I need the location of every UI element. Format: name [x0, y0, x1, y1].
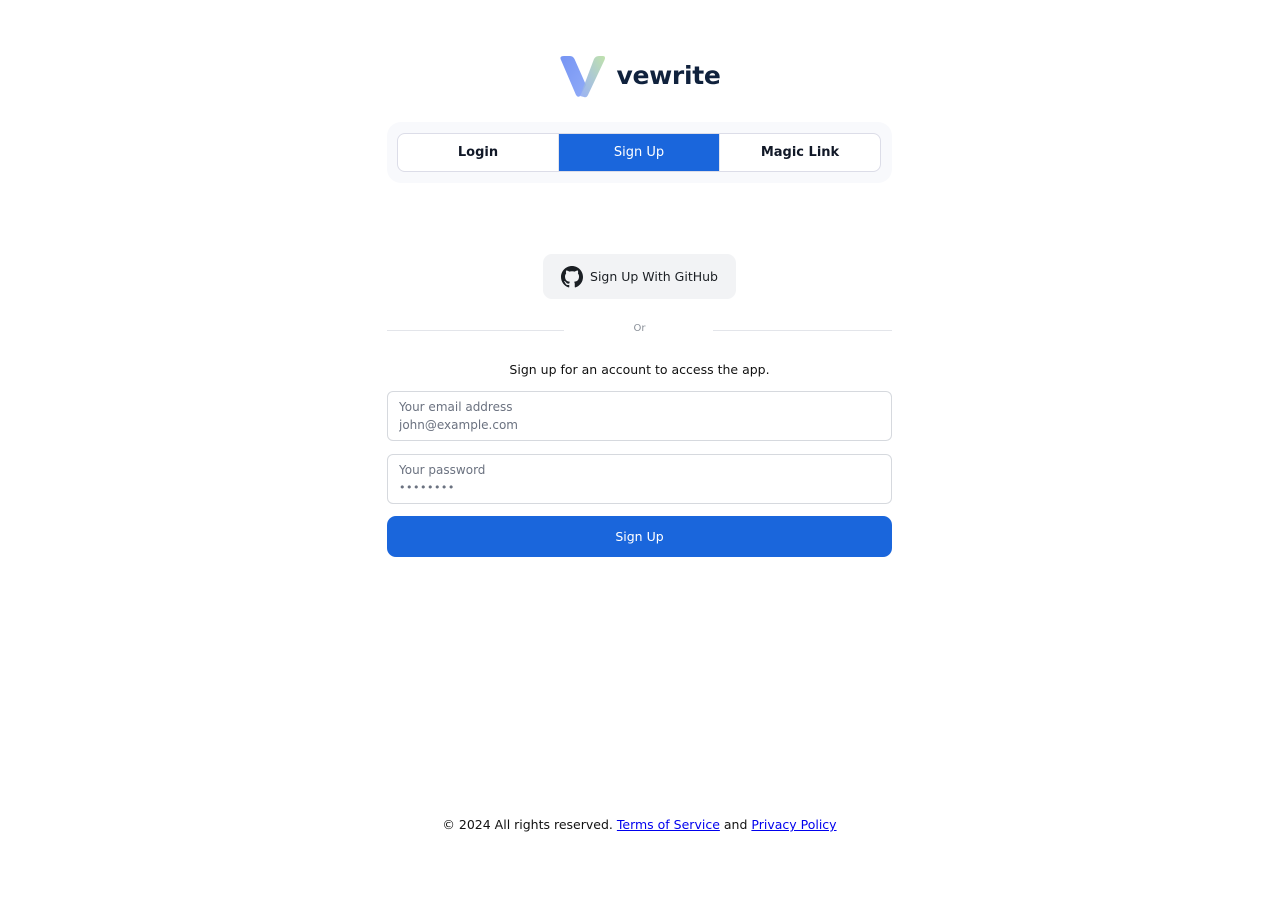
footer-conjunction: and [723, 817, 748, 832]
v-logo-icon [560, 56, 606, 98]
divider-line-right [713, 330, 892, 331]
password-input[interactable] [399, 481, 880, 495]
tab-sign-up[interactable]: Sign Up [559, 134, 720, 171]
form-subtitle: Sign up for an account to access the app… [509, 362, 770, 377]
email-field[interactable]: Your email address [387, 391, 892, 441]
tab-magic-link[interactable]: Magic Link [720, 134, 880, 171]
auth-page: vewrite Login Sign Up Magic Link Sign Up… [0, 0, 1279, 898]
or-divider: Or [387, 322, 892, 338]
email-label: Your email address [399, 400, 513, 414]
github-signup-label: Sign Up With GitHub [590, 269, 718, 284]
footer: © 2024 All rights reserved. Terms of Ser… [0, 817, 1279, 832]
terms-link[interactable]: Terms of Service [617, 817, 720, 832]
github-icon [561, 265, 584, 287]
brand-name: vewrite [616, 60, 721, 90]
auth-tabs-container: Login Sign Up Magic Link [387, 122, 892, 183]
auth-tabs: Login Sign Up Magic Link [397, 133, 881, 172]
copyright-text: © 2024 All rights reserved. [442, 817, 613, 832]
password-field[interactable]: Your password [387, 454, 892, 504]
tab-login[interactable]: Login [398, 134, 559, 171]
brand-header: vewrite [0, 52, 1279, 98]
divider-label: Or [633, 323, 646, 334]
sign-up-button[interactable]: Sign Up [387, 516, 892, 557]
github-signup-button[interactable]: Sign Up With GitHub [543, 254, 736, 299]
privacy-link[interactable]: Privacy Policy [751, 817, 836, 832]
password-label: Your password [399, 463, 486, 477]
email-input[interactable] [399, 418, 880, 432]
